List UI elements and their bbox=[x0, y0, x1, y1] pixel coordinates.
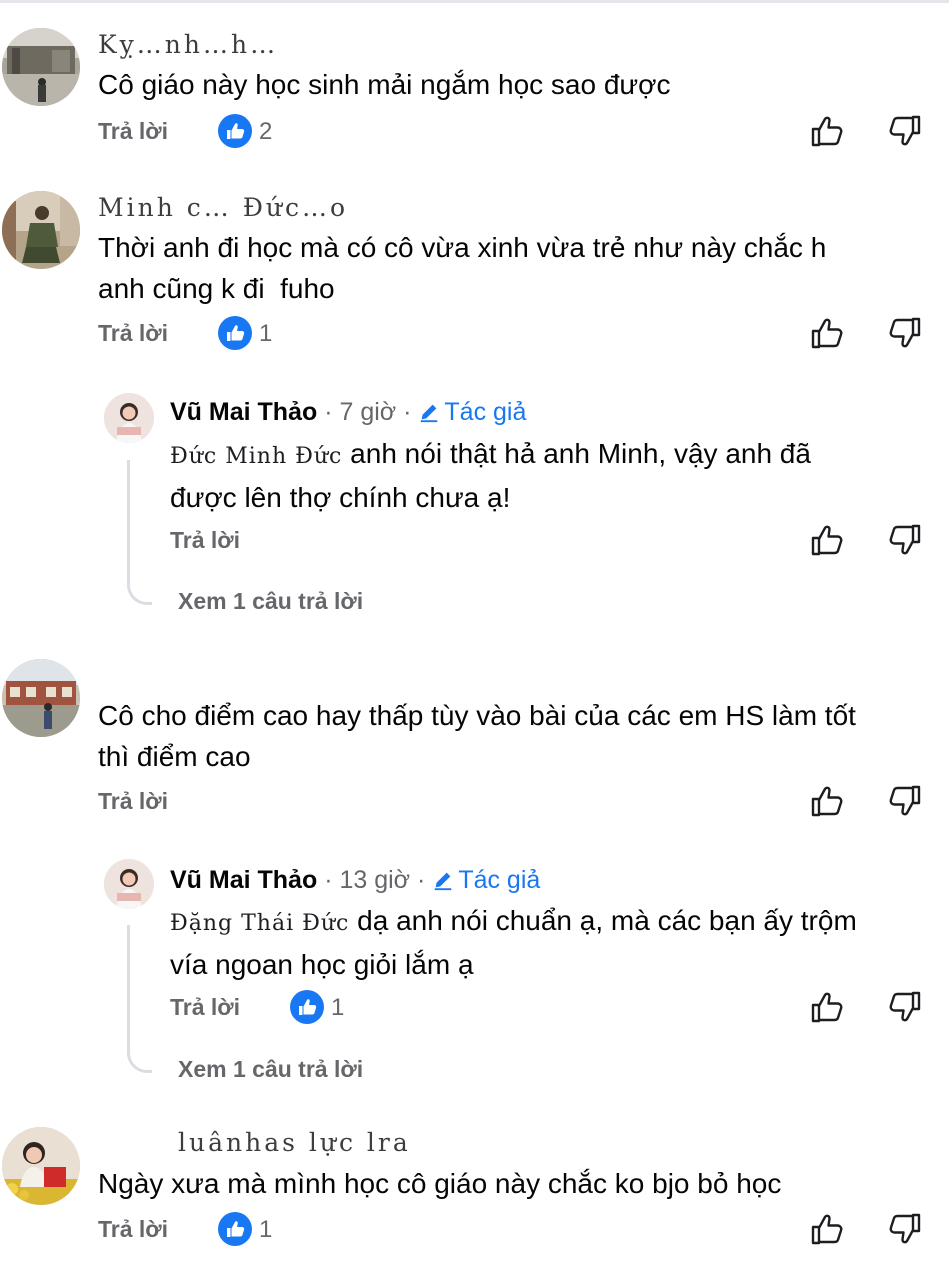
like-count: 2 bbox=[259, 118, 273, 145]
reply-time[interactable]: 13 giờ bbox=[339, 866, 410, 894]
avatar-photo bbox=[2, 28, 80, 106]
thumbs-up-icon[interactable] bbox=[810, 784, 844, 818]
top-divider bbox=[0, 0, 949, 3]
mention-link[interactable]: Đặng Thái Đức bbox=[170, 911, 349, 936]
thumbs-up-icon[interactable] bbox=[810, 1212, 844, 1246]
thumbs-up-icon[interactable] bbox=[810, 523, 844, 557]
reply-header: Vũ Mai Thảo · 13 giờ · Tác giả bbox=[170, 865, 540, 895]
comment-author[interactable]: Kỵ…nh…h… bbox=[98, 30, 278, 60]
separator: · bbox=[324, 866, 333, 894]
avatar[interactable] bbox=[2, 659, 80, 737]
view-more-replies-link[interactable]: Xem 1 câu trả lời bbox=[178, 588, 363, 615]
thumbs-down-icon[interactable] bbox=[888, 1212, 922, 1246]
author-badge: Tác giả bbox=[432, 866, 540, 894]
author-badge-label: Tác giả bbox=[458, 866, 541, 894]
reply-author[interactable]: Vũ Mai Thảo bbox=[170, 398, 317, 426]
reply-text: Đức Minh Đức anh nói thật hả anh Minh, v… bbox=[170, 433, 811, 518]
comment-author[interactable]: luânhas lực lra bbox=[178, 1128, 411, 1158]
reply-button[interactable]: Trả lời bbox=[98, 1215, 168, 1243]
separator: · bbox=[417, 866, 426, 894]
thumbs-down-icon[interactable] bbox=[888, 114, 922, 148]
thumbs-down-icon[interactable] bbox=[888, 990, 922, 1024]
comment-text: Cô cho điểm cao hay thấp tùy vào bài của… bbox=[98, 700, 856, 772]
pencil-icon bbox=[432, 869, 454, 891]
view-more-replies-link[interactable]: Xem 1 câu trả lời bbox=[178, 1056, 363, 1083]
reply-button[interactable]: Trả lời bbox=[98, 319, 168, 347]
author-badge-label: Tác giả bbox=[444, 398, 527, 426]
avatar-photo bbox=[104, 859, 154, 909]
like-count: 1 bbox=[259, 320, 273, 347]
like-badge-icon bbox=[218, 1212, 252, 1246]
comment-text: Thời anh đi học mà có cô vừa xinh vừa tr… bbox=[98, 232, 827, 304]
thumbs-up-icon[interactable] bbox=[810, 316, 844, 350]
reply-header: Vũ Mai Thảo · 7 giờ · Tác giả bbox=[170, 397, 526, 427]
mention-link[interactable]: Đức Minh Đức bbox=[170, 444, 342, 469]
reply-time[interactable]: 7 giờ bbox=[339, 398, 396, 426]
thumbs-down-icon[interactable] bbox=[888, 523, 922, 557]
reply-button[interactable]: Trả lời bbox=[170, 993, 240, 1021]
reply-button[interactable]: Trả lời bbox=[170, 526, 240, 554]
avatar[interactable] bbox=[104, 393, 154, 443]
like-badge-icon bbox=[218, 114, 252, 148]
comment-author[interactable]: Minh c… Đức…o bbox=[98, 193, 348, 223]
avatar-photo bbox=[2, 191, 80, 269]
author-badge: Tác giả bbox=[418, 398, 526, 426]
avatar-photo bbox=[2, 659, 80, 737]
thumbs-down-icon[interactable] bbox=[888, 784, 922, 818]
thumbs-down-icon[interactable] bbox=[888, 316, 922, 350]
separator: · bbox=[324, 398, 333, 426]
like-count: 1 bbox=[259, 1216, 273, 1243]
reply-author[interactable]: Vũ Mai Thảo bbox=[170, 866, 317, 894]
avatar[interactable] bbox=[104, 859, 154, 909]
thumbs-up-icon[interactable] bbox=[810, 990, 844, 1024]
reply-text: Đặng Thái Đức dạ anh nói chuẩn ạ, mà các… bbox=[170, 900, 857, 985]
thread-connector bbox=[127, 460, 152, 605]
thumbs-up-icon[interactable] bbox=[810, 114, 844, 148]
avatar[interactable] bbox=[2, 191, 80, 269]
thread-connector bbox=[127, 925, 152, 1073]
pencil-icon bbox=[418, 401, 440, 423]
like-badge-icon bbox=[218, 316, 252, 350]
avatar-photo bbox=[2, 1127, 80, 1205]
avatar[interactable] bbox=[2, 1127, 80, 1205]
like-badge-icon bbox=[290, 990, 324, 1024]
avatar[interactable] bbox=[2, 28, 80, 106]
like-count: 1 bbox=[331, 994, 345, 1021]
comment-text: Ngày xưa mà mình học cô giáo này chắc ko… bbox=[98, 1168, 782, 1199]
reply-button[interactable]: Trả lời bbox=[98, 117, 168, 145]
separator: · bbox=[403, 398, 412, 426]
avatar-photo bbox=[104, 393, 154, 443]
reply-button[interactable]: Trả lời bbox=[98, 787, 168, 815]
comment-text: Cô giáo này học sinh mải ngắm học sao đư… bbox=[98, 69, 671, 100]
